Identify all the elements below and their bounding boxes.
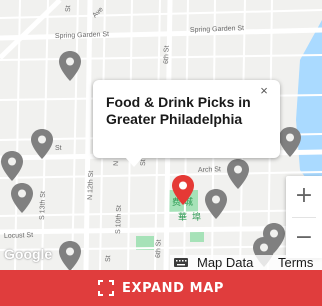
map-pin[interactable] [58,50,82,82]
info-window-popup: Food & Drink Picks in Greater Philadelph… [93,80,280,167]
expand-icon [97,280,114,296]
map-pin[interactable] [30,128,54,160]
popup-title: Food & Drink Picks in Greater Philadelph… [106,94,251,127]
map-canvas[interactable]: Spring Garden St Spring Garden St 6th St… [0,0,322,270]
map-widget: Spring Garden St Spring Garden St 6th St… [0,0,322,306]
street-label: St [105,255,112,262]
map-pin[interactable] [278,126,302,158]
map-pin[interactable] [226,158,250,190]
map-pin[interactable] [0,150,24,182]
zoom-control: + − [286,176,322,258]
chinatown-label: 埠 [192,211,201,223]
close-icon[interactable]: × [258,84,270,98]
street-label: S 10th St [115,205,123,234]
street-label: N 12th St [87,171,95,200]
map-pin[interactable] [204,188,228,220]
street-label: 6th St [155,239,163,258]
street-label: St [55,145,62,152]
attribution-bar: Map Data Terms [170,255,322,270]
expand-map-button[interactable]: EXPAND MAP [0,270,322,306]
chinatown-label: 華 [178,211,187,223]
street-label: 6th St [163,45,171,64]
map-data-link[interactable]: Map Data [197,255,253,270]
keyboard-shortcuts-icon[interactable] [174,258,188,267]
street-label: Locust St [4,232,33,240]
street-label: S 13th St [39,191,47,220]
map-pin[interactable] [58,240,82,270]
google-logo: Google [4,246,53,262]
street-label: Arch St [198,166,221,174]
zoom-in-button[interactable]: + [286,176,322,216]
selected-location-pin[interactable] [171,174,195,206]
street-label: St [65,5,72,12]
street-label: N [113,161,120,166]
terms-link[interactable]: Terms [278,255,313,270]
zoom-out-button[interactable]: − [286,218,322,258]
expand-map-label: EXPAND MAP [121,280,225,296]
map-pin[interactable] [10,182,34,214]
